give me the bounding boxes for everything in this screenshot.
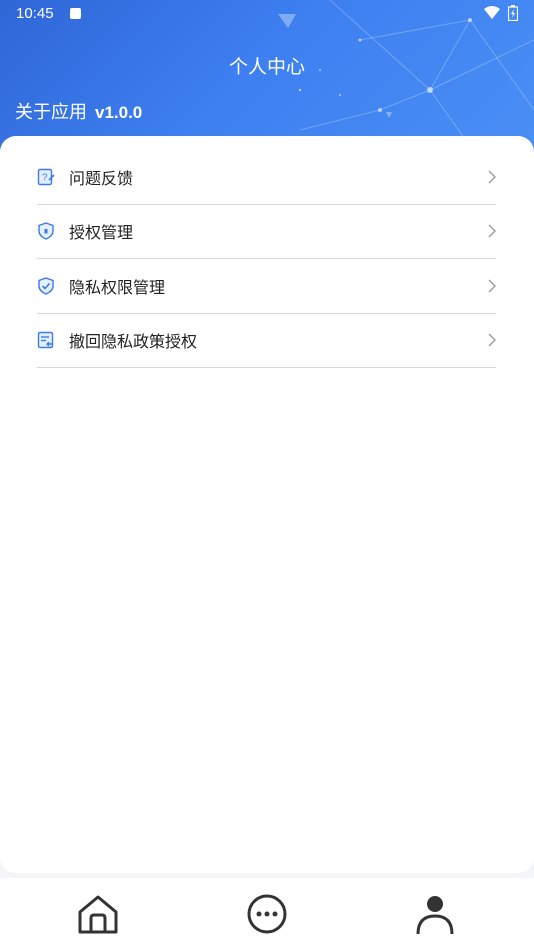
- tab-home[interactable]: [76, 892, 120, 936]
- shield-check-icon: [37, 277, 55, 295]
- menu-item-revoke-privacy[interactable]: 撤回隐私政策授权: [37, 314, 496, 368]
- shield-lock-icon: [37, 222, 55, 241]
- chevron-right-icon: [488, 170, 496, 184]
- feedback-icon: ?: [37, 168, 55, 186]
- notification-icon: [70, 8, 81, 19]
- page-title: 个人中心: [228, 56, 305, 78]
- svg-text:?: ?: [42, 172, 48, 183]
- home-icon: [78, 895, 118, 934]
- menu-item-feedback[interactable]: ? 问题反馈: [37, 150, 496, 205]
- menu-list: ? 问题反馈 授权管理 隐私权限管理 撤回隐私政策授权: [37, 150, 496, 368]
- revoke-document-icon: [37, 331, 55, 349]
- tab-messages[interactable]: [245, 892, 289, 936]
- tab-profile[interactable]: [413, 892, 457, 936]
- app-version: v1.0.0: [95, 103, 143, 122]
- status-time: 10:45: [16, 5, 54, 22]
- menu-item-label: 撤回隐私政策授权: [69, 332, 198, 352]
- about-app-label: 关于应用: [15, 102, 87, 123]
- menu-item-label: 授权管理: [69, 223, 134, 243]
- chevron-right-icon: [488, 333, 496, 347]
- chat-icon: [247, 894, 287, 934]
- bottom-tab-bar: [0, 878, 534, 950]
- wifi-icon: [484, 6, 500, 19]
- menu-item-authorization[interactable]: 授权管理: [37, 205, 496, 259]
- about-app[interactable]: 关于应用 v1.0.0: [15, 98, 142, 124]
- menu-item-label: 问题反馈: [69, 168, 134, 188]
- user-icon: [416, 896, 454, 935]
- status-bar: 10:45: [0, 0, 534, 28]
- menu-card: ? 问题反馈 授权管理 隐私权限管理 撤回隐私政策授权: [0, 136, 534, 873]
- menu-item-privacy-permissions[interactable]: 隐私权限管理: [37, 259, 496, 314]
- chevron-right-icon: [488, 224, 496, 238]
- chevron-right-icon: [488, 279, 496, 293]
- battery-icon: [508, 5, 518, 21]
- menu-item-label: 隐私权限管理: [69, 277, 166, 297]
